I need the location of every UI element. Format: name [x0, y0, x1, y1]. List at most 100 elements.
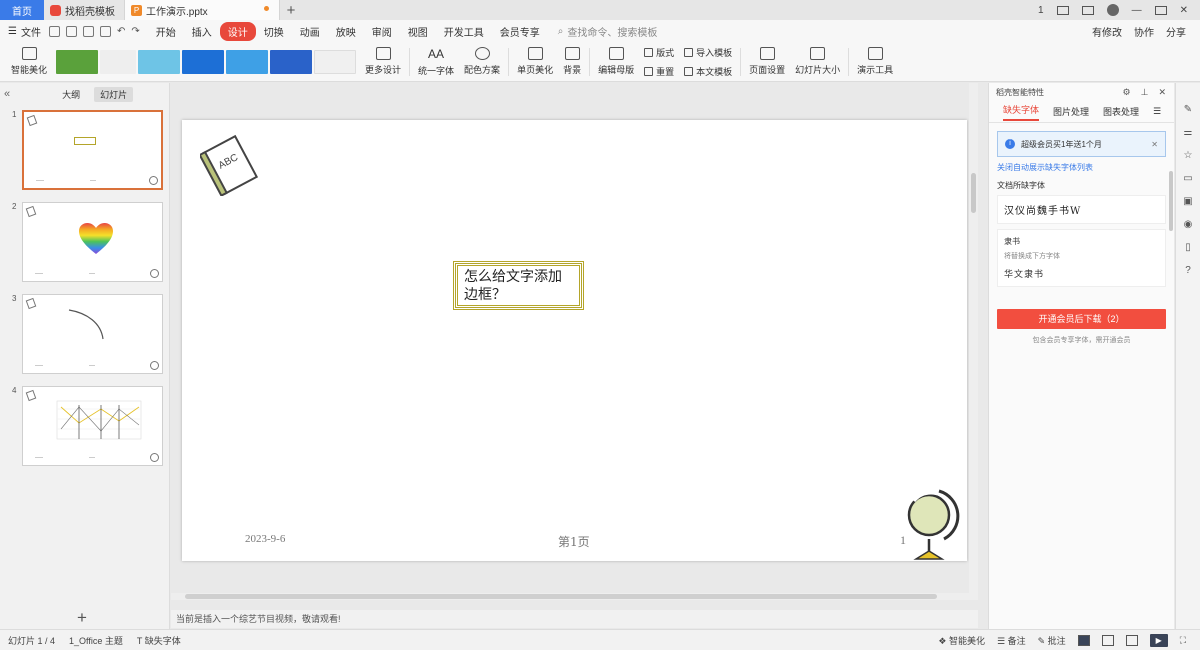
notes-hint[interactable]: 当前是插入一个综艺节目视频，敬请观看! [171, 610, 978, 628]
tab-image-processing[interactable]: 图片处理 [1053, 105, 1089, 118]
normal-view-icon[interactable] [1077, 634, 1090, 646]
member-notice[interactable]: i 超级会员买1年送1个月 ✕ [997, 131, 1166, 157]
bordered-text-box[interactable]: 怎么给文字添加边框？ [453, 261, 584, 310]
template-thumb[interactable] [138, 49, 181, 74]
template-thumb[interactable] [270, 49, 313, 74]
horizontal-scrollbar[interactable] [171, 593, 969, 600]
single-page-beautify-button[interactable]: 单页美化 [512, 43, 558, 81]
restore-icon[interactable] [1056, 5, 1069, 15]
template-thumb[interactable] [182, 49, 225, 74]
notes-toggle[interactable]: ☰ 备注 [997, 634, 1026, 647]
redo-icon[interactable]: ↷ [131, 26, 139, 37]
preview-icon[interactable] [99, 25, 111, 37]
comments-toggle[interactable]: ✎ 批注 [1038, 634, 1066, 647]
tab-template-store[interactable]: 找稻壳模板 [44, 0, 124, 20]
help-icon[interactable]: ? [1182, 264, 1194, 276]
close-icon[interactable]: ✕ [1151, 140, 1158, 149]
scroll-thumb[interactable] [971, 173, 976, 213]
sliders-icon[interactable]: ⚌ [1182, 126, 1194, 138]
page-count-icon[interactable]: 1 [1038, 5, 1044, 16]
slide-thumbnail[interactable] [22, 110, 163, 190]
theme-name[interactable]: 1_Office 主题 [69, 634, 123, 647]
font-replacement-card[interactable]: 隶书 将替换成下方字体 华文隶书 [997, 229, 1166, 287]
close-icon[interactable]: ✕ [1180, 5, 1188, 16]
scroll-thumb[interactable] [1169, 171, 1173, 231]
menu-icon[interactable]: ☰ [1153, 106, 1161, 117]
collapse-panel-icon[interactable]: « [4, 88, 10, 100]
book-icon[interactable]: ▯ [1182, 241, 1194, 253]
play-slideshow-button[interactable]: ▶ [1149, 633, 1168, 647]
edit-master-button[interactable]: 编辑母版 [593, 43, 639, 81]
image-icon[interactable]: ▣ [1182, 195, 1194, 207]
auto-show-toggle-link[interactable]: 关闭自动展示缺失字体列表 [997, 162, 1166, 173]
menu-slideshow[interactable]: 放映 [328, 22, 364, 41]
missing-font-item[interactable]: 汉仪尚魏手书W [997, 195, 1166, 224]
download-fonts-button[interactable]: 开通会员后下载（2） [997, 309, 1166, 329]
grid-icon[interactable] [1081, 5, 1094, 15]
modified-button[interactable]: 有修改 [1092, 24, 1122, 39]
share-button[interactable]: 分享 [1166, 24, 1186, 39]
tab-missing-fonts[interactable]: 缺失字体 [1003, 103, 1040, 121]
save-icon[interactable] [48, 25, 60, 37]
menu-developer[interactable]: 开发工具 [436, 22, 492, 41]
fit-window-icon[interactable]: ⛶ [1180, 635, 1186, 646]
avatar[interactable] [1106, 4, 1119, 16]
close-icon[interactable]: ✕ [1158, 87, 1166, 98]
command-search[interactable]: ⌕ 查找命令、搜索模板 [558, 24, 658, 39]
gear-icon[interactable]: ⚙ [1123, 87, 1131, 98]
menu-insert[interactable]: 插入 [184, 22, 220, 41]
scroll-thumb[interactable] [185, 594, 937, 599]
add-slide-button[interactable]: + [77, 608, 87, 628]
undo-icon[interactable]: ↶ [117, 26, 125, 37]
menu-member[interactable]: 会员专享 [492, 22, 548, 41]
smart-beautify-status[interactable]: ❖ 智能美化 [938, 634, 985, 647]
add-tab-button[interactable]: + [280, 0, 302, 20]
tab-slides[interactable]: 幻灯片 [94, 86, 134, 102]
minimize-icon[interactable]: — [1132, 5, 1142, 16]
menu-start[interactable]: 开始 [148, 22, 184, 41]
more-design-button[interactable]: 更多设计 [360, 43, 406, 81]
maximize-icon[interactable] [1154, 5, 1167, 15]
color-scheme-button[interactable]: 配色方案 [459, 43, 505, 81]
missing-font-status[interactable]: T 缺失字体 [137, 634, 181, 647]
pin-icon[interactable]: ✎ [1182, 103, 1194, 115]
pin-icon[interactable]: ⊥ [1141, 87, 1149, 98]
reading-view-icon[interactable] [1125, 634, 1138, 646]
collaborate-button[interactable]: 协作 [1134, 24, 1154, 39]
template-thumb[interactable] [56, 49, 99, 74]
import-template-button[interactable]: 导入模板 [684, 46, 732, 59]
menu-animation[interactable]: 动画 [292, 22, 328, 41]
smart-beautify-button[interactable]: 智能美化 [6, 43, 52, 81]
comment-icon[interactable]: ▭ [1182, 172, 1194, 184]
vertical-scrollbar[interactable] [969, 83, 978, 600]
this-template-button[interactable]: 本文模板 [684, 65, 732, 78]
tab-document[interactable]: P 工作演示.pptx [124, 0, 280, 20]
panel-scrollbar[interactable] [1168, 101, 1174, 611]
menu-review[interactable]: 审阅 [364, 22, 400, 41]
tab-chart-processing[interactable]: 图表处理 [1103, 105, 1139, 118]
footer-date[interactable]: 2023-9-6 [245, 533, 285, 545]
print-icon[interactable] [82, 25, 94, 37]
home-tab[interactable]: 首页 [0, 0, 44, 20]
star-icon[interactable]: ☆ [1182, 149, 1194, 161]
menu-view[interactable]: 视图 [400, 22, 436, 41]
presentation-tools-button[interactable]: 演示工具 [852, 43, 898, 81]
menu-transition[interactable]: 切换 [256, 22, 292, 41]
tab-outline[interactable]: 大纲 [56, 87, 86, 102]
layout-button[interactable]: 版式 [644, 46, 674, 59]
slide-size-button[interactable]: 幻灯片大小 [790, 43, 845, 81]
reset-button[interactable]: 重置 [644, 65, 674, 78]
file-menu[interactable]: ☰ 文件 [8, 24, 41, 39]
template-thumb[interactable] [314, 49, 357, 74]
sorter-view-icon[interactable] [1101, 634, 1114, 646]
location-icon[interactable]: ◉ [1182, 218, 1194, 230]
template-thumb[interactable] [226, 49, 269, 74]
footer-page-label[interactable]: 第1页 [558, 533, 590, 550]
unify-font-button[interactable]: AA 统一字体 [413, 43, 459, 81]
slide-thumbnail[interactable] [22, 202, 163, 282]
template-thumb[interactable] [100, 49, 137, 74]
current-slide[interactable]: ABC 怎么给文字添加边框？ 2023-9-6 第1页 1 [182, 120, 967, 561]
slide-thumbnail[interactable] [22, 294, 163, 374]
menu-design[interactable]: 设计 [219, 21, 256, 41]
slide-thumbnail[interactable] [22, 386, 163, 466]
